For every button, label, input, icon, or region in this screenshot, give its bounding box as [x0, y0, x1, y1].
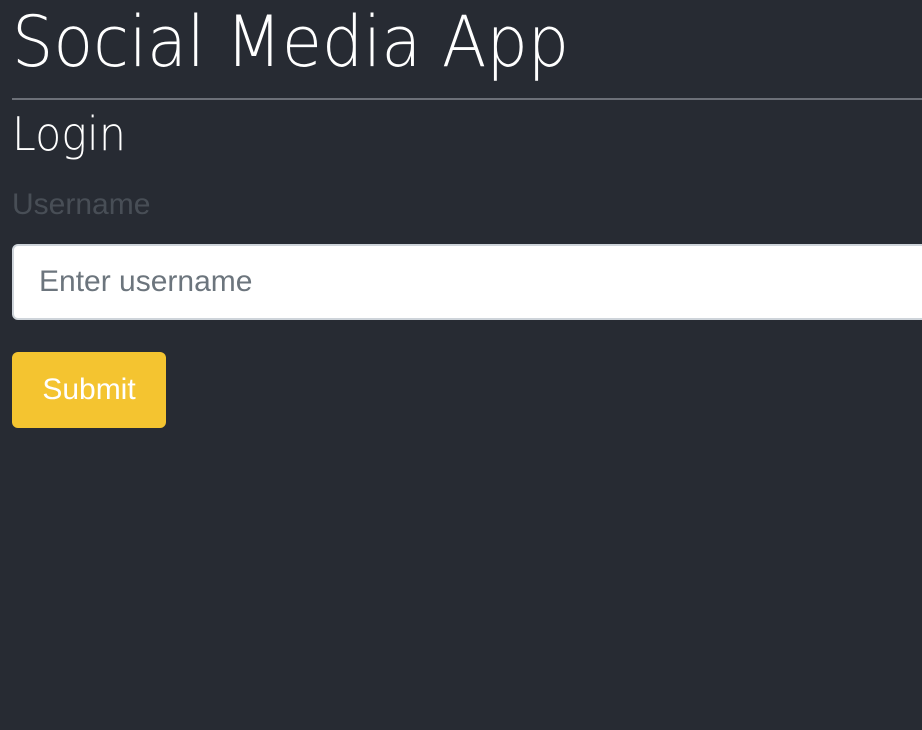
username-input[interactable]	[12, 244, 922, 320]
username-label: Username	[12, 188, 151, 221]
login-heading: Login	[12, 107, 126, 161]
header-divider	[12, 98, 922, 100]
app-title: Social Media App	[12, 1, 570, 83]
submit-button[interactable]: Submit	[12, 352, 166, 428]
